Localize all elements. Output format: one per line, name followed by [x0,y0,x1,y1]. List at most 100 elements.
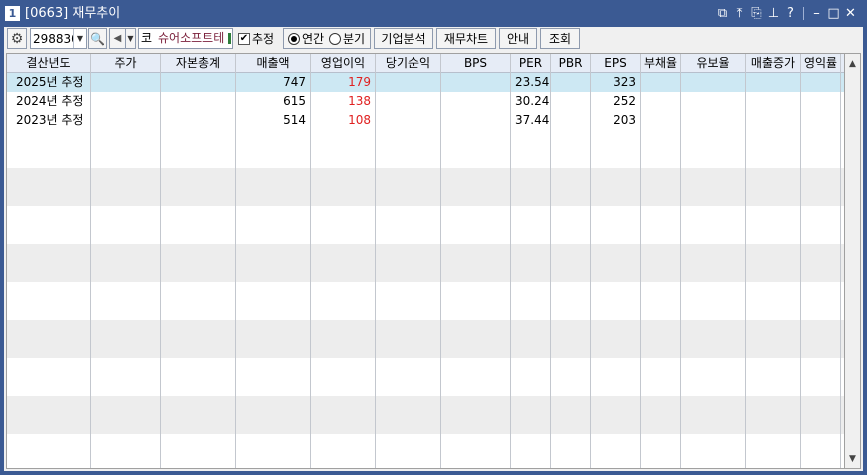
table-row[interactable]: 2024년 추정 615 138 30.24 252 [7,92,844,111]
table-row[interactable] [7,453,844,468]
table-row[interactable] [7,263,844,282]
minimize-icon[interactable]: – [808,4,825,23]
table-cell-price [91,244,161,263]
table-cell-eps [591,206,641,225]
table-cell-sales-growth [746,377,801,396]
scroll-up-icon[interactable]: ▲ [845,55,860,72]
table-row[interactable] [7,282,844,301]
table-cell-eps [591,301,641,320]
table-row[interactable] [7,415,844,434]
table-cell-equity [161,168,236,187]
column-header-eps[interactable]: EPS [591,54,641,73]
table-row[interactable] [7,149,844,168]
company-analysis-button[interactable]: 기업분석 [374,28,433,49]
table-cell-net-income [376,301,441,320]
maximize-icon[interactable]: □ [825,4,842,23]
column-header-price[interactable]: 주가 [91,54,161,73]
financial-chart-button[interactable]: 재무차트 [436,28,496,49]
close-icon[interactable]: ✕ [842,4,859,23]
screenshot-icon[interactable]: ⎘ [748,4,765,23]
table-row[interactable] [7,187,844,206]
table-cell-sales: 615 [236,92,311,111]
chevron-down-icon[interactable]: ▼ [73,29,86,48]
table-cell-sales [236,320,311,339]
table-row[interactable] [7,168,844,187]
table-cell-debt-ratio [641,396,681,415]
table-cell-eps [591,187,641,206]
period-quarter-radio[interactable] [329,33,341,45]
table-cell-reserve-ratio [681,168,746,187]
restore-link-icon[interactable]: ⧉ [714,4,731,23]
table-row[interactable] [7,301,844,320]
table-cell-eps [591,168,641,187]
period-quarter-label[interactable]: 분기 [343,31,365,47]
guide-button[interactable]: 안내 [499,28,537,49]
table-cell-pbr [551,187,591,206]
table-cell-price [91,415,161,434]
stock-code-combobox[interactable]: ▼ [30,28,87,49]
column-header-bps[interactable]: BPS [441,54,511,73]
scroll-down-icon[interactable]: ▼ [845,450,860,467]
table-cell-op-margin [801,320,841,339]
stock-name-field[interactable]: 코 슈어소프트테 [138,28,233,49]
table-cell-pbr [551,225,591,244]
table-row[interactable] [7,358,844,377]
period-annual-label[interactable]: 연간 [302,31,324,47]
table-cell-debt-ratio [641,453,681,468]
settings-gear-icon[interactable]: ⚙ [7,28,27,49]
table-cell-equity [161,301,236,320]
column-header-op-margin[interactable]: 영익률 [801,54,841,73]
column-header-net-income[interactable]: 당기순익 [376,54,441,73]
column-header-pbr[interactable]: PBR [551,54,591,73]
pin-icon[interactable]: ⊥ [765,4,782,23]
table-cell-price [91,377,161,396]
estimate-checkbox[interactable]: ✔ [238,33,250,45]
table-cell-net-income [376,149,441,168]
column-header-reserve-ratio[interactable]: 유보율 [681,54,746,73]
financial-table[interactable]: 결산년도 주가 자본총계 매출액 영업이익 당기순익 BPS PER PBR EPS 부채율 유보율 매… [6,53,845,469]
table-cell-bps [441,415,511,434]
table-row[interactable] [7,339,844,358]
table-row[interactable]: 2023년 추정 514 108 37.44 203 [7,111,844,130]
speaker-icon[interactable]: ◀ [109,28,125,49]
table-cell-op-margin [801,206,841,225]
vertical-scrollbar[interactable]: ▲ ▼ [845,53,861,469]
table-row[interactable] [7,206,844,225]
stock-code-input[interactable] [33,30,73,47]
pin-top-icon[interactable]: ⤒ [731,4,748,23]
table-cell-eps [591,320,641,339]
table-row[interactable] [7,377,844,396]
estimate-label[interactable]: 추정 [252,31,274,47]
table-row[interactable] [7,320,844,339]
table-cell-sales [236,415,311,434]
table-row[interactable] [7,396,844,415]
chevron-down-icon[interactable]: ▼ [125,28,136,49]
column-header-equity[interactable]: 자본총계 [161,54,236,73]
help-icon[interactable]: ? [782,4,799,23]
table-cell-sales-growth [746,339,801,358]
table-cell-sales-growth [746,358,801,377]
search-icon[interactable]: 🔍 [88,28,107,49]
window-number-badge[interactable]: 1 [5,6,20,21]
table-cell-sales-growth [746,301,801,320]
table-cell-per [511,168,551,187]
title-bar[interactable]: 1 [0663] 재무추이 ⧉ ⤒ ⎘ ⊥ ? – □ ✕ [0,0,867,27]
table-cell-op-margin [801,187,841,206]
table-row[interactable] [7,130,844,149]
column-header-sales[interactable]: 매출액 [236,54,311,73]
column-header-year[interactable]: 결산년도 [7,54,91,73]
column-header-debt-ratio[interactable]: 부채율 [641,54,681,73]
table-cell-price [91,396,161,415]
column-header-sales-growth[interactable]: 매출증가 [746,54,801,73]
table-cell-bps [441,396,511,415]
table-row[interactable]: 2025년 추정 747 179 23.54 323 [7,73,844,92]
query-button[interactable]: 조회 [540,28,580,49]
column-header-op-profit[interactable]: 영업이익 [311,54,376,73]
period-annual-radio[interactable] [288,33,300,45]
table-row[interactable] [7,225,844,244]
table-row[interactable] [7,244,844,263]
table-cell-year [7,377,91,396]
column-header-per[interactable]: PER [511,54,551,73]
table-cell-op-profit: 138 [311,92,376,111]
table-row[interactable] [7,434,844,453]
